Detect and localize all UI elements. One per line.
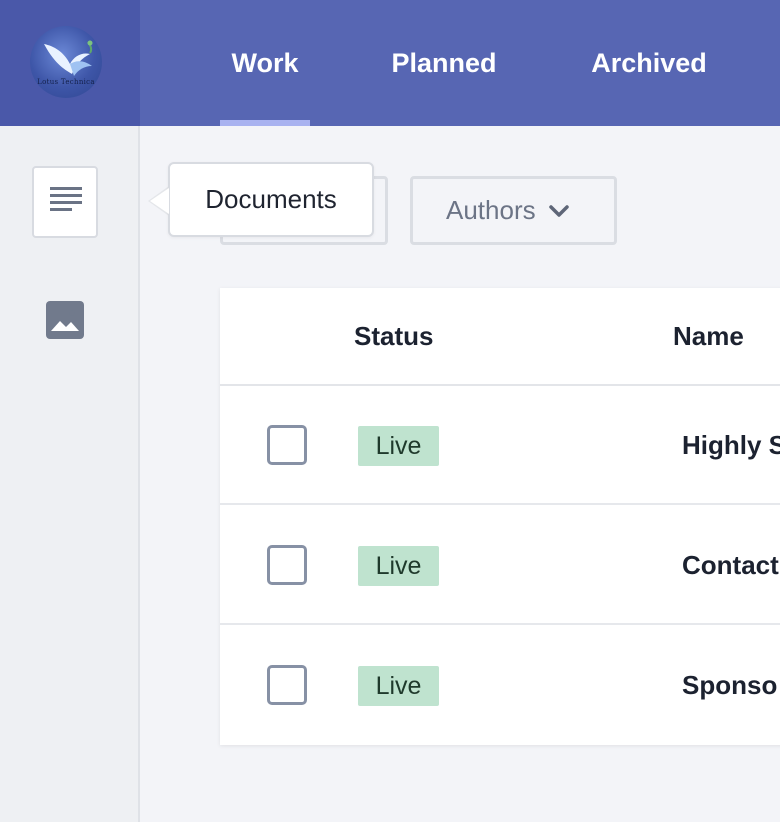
column-header-name[interactable]: Name [673,288,744,384]
brand-logo: Lotus Technica [30,26,102,98]
authors-filter-label: Authors [446,195,536,225]
tab-planned-label: Planned [391,47,497,78]
top-nav-bar: Lotus Technica Work Planned Archived [0,0,780,126]
active-tab-indicator [220,120,310,126]
chevron-down-icon [548,204,569,217]
image-icon [51,310,79,331]
status-badge: Live [358,426,439,466]
table-row[interactable]: Live Contact [220,505,780,625]
row-checkbox[interactable] [267,665,307,705]
table-row[interactable]: Live Highly S [220,385,780,505]
row-checkbox[interactable] [267,425,307,465]
logo-wordmark: Lotus Technica [37,78,95,86]
documents-tooltip: Documents [168,162,374,237]
documents-table: Status Name Live Highly S Live Contact L… [220,288,780,745]
logo-area[interactable]: Lotus Technica [0,0,140,126]
row-name[interactable]: Contact [682,505,779,625]
row-checkbox[interactable] [267,545,307,585]
documents-icon [50,187,82,215]
authors-filter-dropdown[interactable]: Authors [410,176,617,245]
tab-archived-label: Archived [591,47,707,78]
tab-work-label: Work [231,47,299,78]
tooltip-arrow [150,188,169,214]
sidebar-item-documents[interactable] [32,166,98,238]
status-badge: Live [358,666,439,706]
tab-archived[interactable]: Archived [580,0,718,126]
table-row[interactable]: Live Sponso [220,625,780,745]
bird-logo-icon [44,40,93,76]
row-name[interactable]: Highly S [682,385,780,505]
status-badge: Live [358,546,439,586]
tab-work[interactable]: Work [220,0,310,126]
sidebar-item-images[interactable] [46,301,84,339]
tab-planned[interactable]: Planned [380,0,508,126]
sidebar [0,126,140,822]
column-header-status[interactable]: Status [354,288,433,384]
row-name[interactable]: Sponso [682,625,777,745]
app-root: Lotus Technica Work Planned Archived Doc… [0,0,780,822]
